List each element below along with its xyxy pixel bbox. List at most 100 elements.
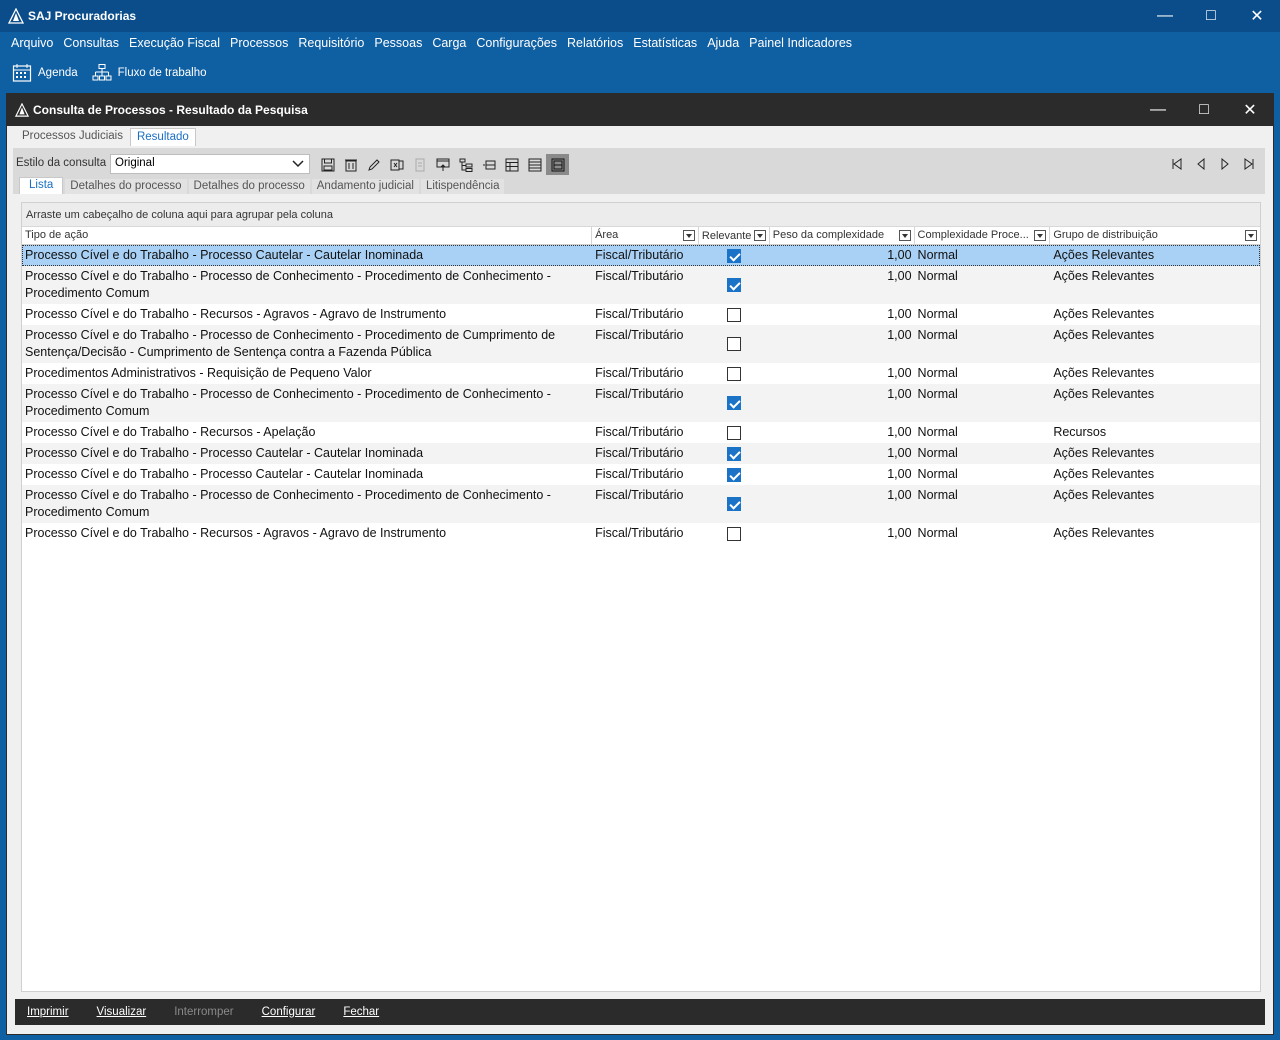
relevante-checkbox[interactable] bbox=[727, 425, 742, 440]
column-header-relevante[interactable]: Relevante bbox=[699, 227, 770, 244]
table-row[interactable]: Processo Cível e do Trabalho - Recursos … bbox=[22, 304, 1260, 325]
cell-tipo-acao: Procedimentos Administrativos - Requisiç… bbox=[25, 366, 372, 380]
table-row[interactable]: Processo Cível e do Trabalho - Processo … bbox=[22, 485, 1260, 523]
grid-view-icon[interactable] bbox=[546, 154, 569, 175]
menu-requisitorio[interactable]: Requisitório bbox=[293, 36, 369, 50]
shortcut-fluxo[interactable]: Fluxo de trabalho bbox=[92, 63, 207, 83]
delete-icon[interactable] bbox=[339, 154, 362, 175]
relevante-checkbox[interactable] bbox=[727, 366, 742, 381]
last-record-icon[interactable] bbox=[1237, 154, 1261, 174]
close-icon[interactable]: ✕ bbox=[1227, 94, 1273, 126]
table-row[interactable]: Processo Cível e do Trabalho - Processo … bbox=[22, 325, 1260, 363]
subtab-lista[interactable]: Lista bbox=[19, 177, 64, 194]
filter-dropdown-icon[interactable] bbox=[1244, 230, 1257, 241]
cell-area: Fiscal/Tributário bbox=[595, 269, 684, 283]
relevante-checkbox[interactable] bbox=[727, 337, 742, 351]
filter-dropdown-icon[interactable] bbox=[898, 230, 911, 241]
relevante-checkbox[interactable] bbox=[727, 396, 742, 410]
maximize-icon[interactable]: □ bbox=[1181, 94, 1227, 126]
table-row[interactable]: Processo Cível e do Trabalho - Processo … bbox=[22, 384, 1260, 422]
table-row[interactable]: Processo Cível e do Trabalho - Processo … bbox=[22, 443, 1260, 464]
print-button[interactable]: Imprimir bbox=[27, 1006, 69, 1018]
close-button[interactable]: Fechar bbox=[343, 1006, 379, 1018]
table-row[interactable]: Processo Cível e do Trabalho - Processo … bbox=[22, 464, 1260, 485]
menu-execucao-fiscal[interactable]: Execução Fiscal bbox=[124, 36, 225, 50]
edit-icon[interactable] bbox=[362, 154, 385, 175]
filter-dropdown-icon[interactable] bbox=[682, 230, 695, 241]
cell-area: Fiscal/Tributário bbox=[595, 425, 684, 439]
first-record-icon[interactable] bbox=[1165, 154, 1189, 174]
menu-painel-indicadores[interactable]: Painel Indicadores bbox=[744, 36, 857, 50]
next-record-icon[interactable] bbox=[1213, 154, 1237, 174]
interrupt-button[interactable]: Interromper bbox=[174, 1006, 233, 1018]
filter-dropdown-icon[interactable] bbox=[1034, 230, 1047, 241]
subtab-detalhes-processo-2[interactable]: Detalhes do processo bbox=[188, 179, 310, 194]
shortcut-agenda[interactable]: Agenda bbox=[12, 63, 78, 83]
cell-complexidade: Normal bbox=[917, 526, 958, 540]
tab-processos-judiciais[interactable]: Processos Judiciais bbox=[15, 127, 130, 146]
menu-configuracoes[interactable]: Configurações bbox=[471, 36, 562, 50]
toolbar-icons bbox=[316, 154, 569, 175]
rows-icon[interactable] bbox=[523, 154, 546, 175]
column-header-complexidade[interactable]: Complexidade Proce... bbox=[915, 227, 1051, 244]
tab-resultado[interactable]: Resultado bbox=[129, 128, 196, 146]
table-row[interactable]: Processo Cível e do Trabalho - Recursos … bbox=[22, 523, 1260, 544]
column-header-tipo-acao[interactable]: Tipo de ação bbox=[22, 227, 593, 244]
save-icon[interactable] bbox=[316, 154, 339, 175]
relevante-checkbox[interactable] bbox=[727, 248, 742, 263]
table-row[interactable]: Procedimentos Administrativos - Requisiç… bbox=[22, 363, 1260, 384]
cell-grupo: Ações Relevantes bbox=[1053, 488, 1155, 502]
subtab-detalhes-processo-1[interactable]: Detalhes do processo bbox=[65, 179, 187, 194]
relevante-checkbox[interactable] bbox=[727, 497, 742, 511]
menu-arquivo[interactable]: Arquivo bbox=[6, 36, 58, 50]
cell-relevante bbox=[699, 325, 770, 363]
cell-area: Fiscal/Tributário bbox=[595, 446, 684, 460]
menu-relatorios[interactable]: Relatórios bbox=[562, 36, 628, 50]
cell-complexidade: Normal bbox=[917, 248, 958, 262]
tree-icon[interactable] bbox=[454, 154, 477, 175]
configure-button[interactable]: Configurar bbox=[262, 1006, 316, 1018]
column-header-area[interactable]: Área bbox=[592, 227, 699, 244]
style-select[interactable]: Original bbox=[110, 154, 310, 174]
menu-estatisticas[interactable]: Estatísticas bbox=[628, 36, 702, 50]
menu-consultas[interactable]: Consultas bbox=[58, 36, 124, 50]
menu-pessoas[interactable]: Pessoas bbox=[369, 36, 427, 50]
minimize-icon[interactable]: — bbox=[1142, 0, 1188, 32]
cell-relevante bbox=[699, 363, 770, 384]
cell-complexidade: Normal bbox=[917, 446, 958, 460]
table-icon[interactable] bbox=[500, 154, 523, 175]
menu-processos[interactable]: Processos bbox=[225, 36, 293, 50]
column-header-grupo[interactable]: Grupo de distribuição bbox=[1050, 227, 1260, 244]
cell-tipo-acao: Processo Cível e do Trabalho - Processo … bbox=[25, 467, 424, 481]
table-row[interactable]: Processo Cível e do Trabalho - Recursos … bbox=[22, 422, 1260, 443]
cell-grupo: Ações Relevantes bbox=[1053, 526, 1155, 540]
subtab-litispendencia[interactable]: Litispendência bbox=[420, 179, 505, 194]
column-header-label: Área bbox=[595, 229, 619, 241]
export-icon[interactable] bbox=[385, 154, 408, 175]
table-row[interactable]: Processo Cível e do Trabalho - Processo … bbox=[22, 245, 1260, 266]
subtab-andamento-judicial[interactable]: Andamento judicial bbox=[311, 179, 419, 194]
maximize-icon[interactable]: □ bbox=[1188, 0, 1234, 32]
column-header-peso[interactable]: Peso da complexidade bbox=[770, 227, 915, 244]
collapse-icon[interactable] bbox=[477, 154, 500, 175]
filter-dropdown-icon[interactable] bbox=[753, 230, 766, 241]
relevante-checkbox[interactable] bbox=[727, 307, 742, 322]
cell-peso: 1,00 bbox=[887, 488, 912, 502]
style-label: Estilo da consulta bbox=[16, 157, 107, 169]
minimize-icon[interactable]: — bbox=[1135, 94, 1181, 126]
close-icon[interactable]: ✕ bbox=[1234, 0, 1280, 32]
preview-button[interactable]: Visualizar bbox=[97, 1006, 147, 1018]
relevante-checkbox[interactable] bbox=[727, 446, 742, 461]
column-header-label: Peso da complexidade bbox=[772, 229, 885, 241]
relevante-checkbox[interactable] bbox=[727, 526, 742, 541]
menu-ajuda[interactable]: Ajuda bbox=[702, 36, 744, 50]
previous-record-icon[interactable] bbox=[1189, 154, 1213, 174]
table-row[interactable]: Processo Cível e do Trabalho - Processo … bbox=[22, 266, 1260, 304]
record-navigation bbox=[1165, 154, 1261, 174]
grid-header: Tipo de ação Área Relevante Peso da comp… bbox=[22, 227, 1260, 245]
cell-peso: 1,00 bbox=[887, 425, 912, 439]
open-window-icon[interactable] bbox=[431, 154, 454, 175]
menu-carga[interactable]: Carga bbox=[427, 36, 471, 50]
relevante-checkbox[interactable] bbox=[727, 467, 742, 482]
relevante-checkbox[interactable] bbox=[727, 278, 742, 292]
